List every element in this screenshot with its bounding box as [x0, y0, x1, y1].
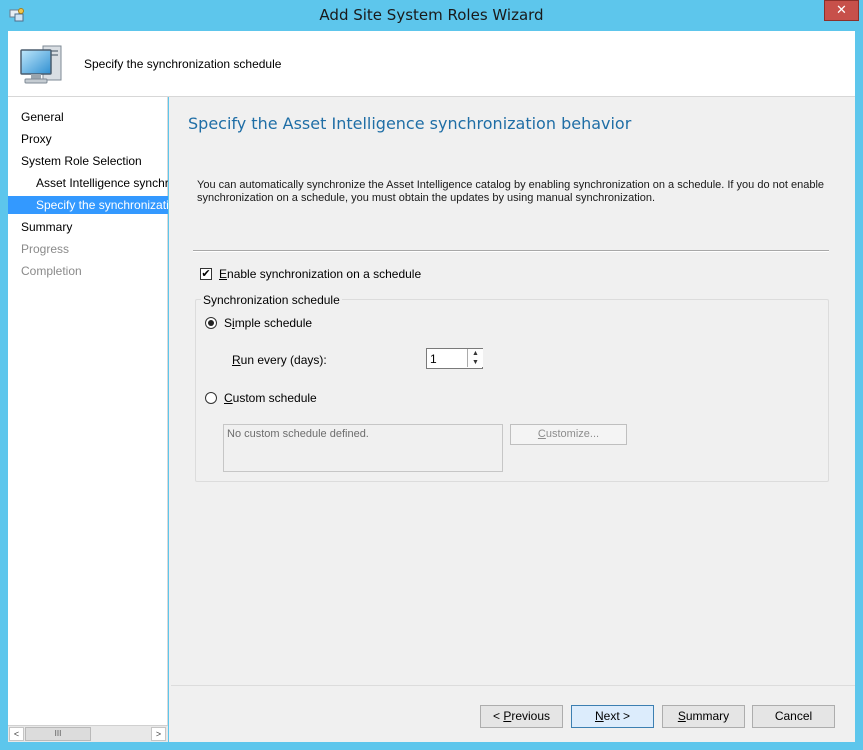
main-content: Specify the Asset Intelligence synchroni… — [169, 97, 855, 742]
nav-item-progress: Progress — [21, 242, 70, 256]
page-description: You can automatically synchronize the As… — [197, 179, 825, 204]
next-label-accel: N — [594, 709, 604, 723]
run-every-label: Run every (days): — [232, 353, 327, 367]
custom-schedule-text: No custom schedule defined. — [227, 428, 369, 440]
sync-schedule-group-title: Synchronization schedule — [201, 293, 342, 307]
wizard-window: Add Site System Roles Wizard ✕ Specify t… — [0, 0, 863, 750]
nav-horizontal-scrollbar[interactable]: < III > — [8, 725, 168, 742]
summary-label-rest: ummary — [685, 709, 730, 723]
previous-label-pre: < — [492, 709, 504, 723]
nav-item-system-role-selection[interactable]: System Role Selection — [8, 152, 168, 170]
custom-schedule-label[interactable]: Custom schedule — [224, 391, 317, 405]
summary-button[interactable]: Summary — [662, 705, 745, 728]
run-every-label-rest: un every (days): — [240, 353, 327, 367]
customize-button: Customize... — [510, 424, 627, 445]
simple-schedule-radio[interactable] — [205, 317, 217, 329]
run-every-days-value[interactable]: 1 — [430, 352, 437, 366]
next-button[interactable]: Next > — [571, 705, 654, 728]
previous-label-rest: revious — [511, 709, 551, 723]
simple-schedule-label-rest: mple schedule — [234, 316, 313, 330]
divider — [193, 250, 829, 252]
enable-sync-label-text: nable synchronization on a schedule — [227, 267, 422, 281]
custom-schedule-display: No custom schedule defined. — [223, 424, 503, 472]
window-title: Add Site System Roles Wizard — [319, 6, 544, 24]
enable-sync-label[interactable]: Enable synchronization on a schedule — [219, 267, 421, 281]
close-button[interactable]: ✕ — [824, 0, 859, 21]
simple-schedule-label-pre: S — [224, 316, 233, 330]
radio-selected-dot — [208, 320, 214, 326]
enable-sync-checkbox[interactable]: ✔ — [200, 268, 212, 280]
summary-label-accel: S — [677, 709, 686, 723]
custom-schedule-label-rest: ustom schedule — [232, 391, 317, 405]
footer-divider — [171, 685, 855, 686]
close-icon: ✕ — [836, 2, 847, 17]
customize-label-accel: C — [537, 428, 546, 440]
cancel-button[interactable]: Cancel — [752, 705, 835, 728]
custom-schedule-label-accel: C — [224, 391, 233, 405]
custom-schedule-radio[interactable] — [205, 392, 217, 404]
checkmark-icon: ✔ — [201, 268, 211, 280]
nav-item-general[interactable]: General — [8, 108, 168, 126]
run-every-days-stepper[interactable]: 1 ▲ ▼ — [426, 348, 483, 369]
wizard-step-nav: General Proxy System Role Selection Asse… — [8, 97, 168, 725]
scroll-thumb[interactable]: III — [25, 727, 91, 741]
nav-item-completion: Completion — [21, 264, 82, 278]
scroll-right-icon[interactable]: > — [151, 727, 166, 741]
computer-icon — [20, 45, 62, 84]
nav-item-summary[interactable]: Summary — [8, 218, 168, 236]
nav-item-proxy[interactable]: Proxy — [8, 130, 168, 148]
nav-item-synchronization-schedule[interactable]: Specify the synchronization schedule — [8, 196, 168, 214]
spin-down-icon[interactable]: ▼ — [467, 358, 483, 367]
next-label-rest: ext > — [603, 709, 631, 723]
run-every-label-accel: R — [232, 353, 241, 367]
previous-button[interactable]: < Previous — [480, 705, 563, 728]
simple-schedule-label[interactable]: Simple schedule — [224, 316, 312, 330]
page-title: Specify the Asset Intelligence synchroni… — [188, 114, 632, 133]
scroll-left-icon[interactable]: < — [9, 727, 24, 741]
nav-item-asset-intelligence[interactable]: Asset Intelligence synchronization point — [8, 174, 168, 192]
title-bar: Add Site System Roles Wizard ✕ — [0, 0, 863, 31]
wizard-banner: Specify the synchronization schedule — [8, 31, 855, 97]
customize-label-rest: ustomize... — [545, 428, 600, 440]
banner-title: Specify the synchronization schedule — [84, 57, 282, 71]
enable-sync-label-accel: E — [219, 267, 228, 281]
